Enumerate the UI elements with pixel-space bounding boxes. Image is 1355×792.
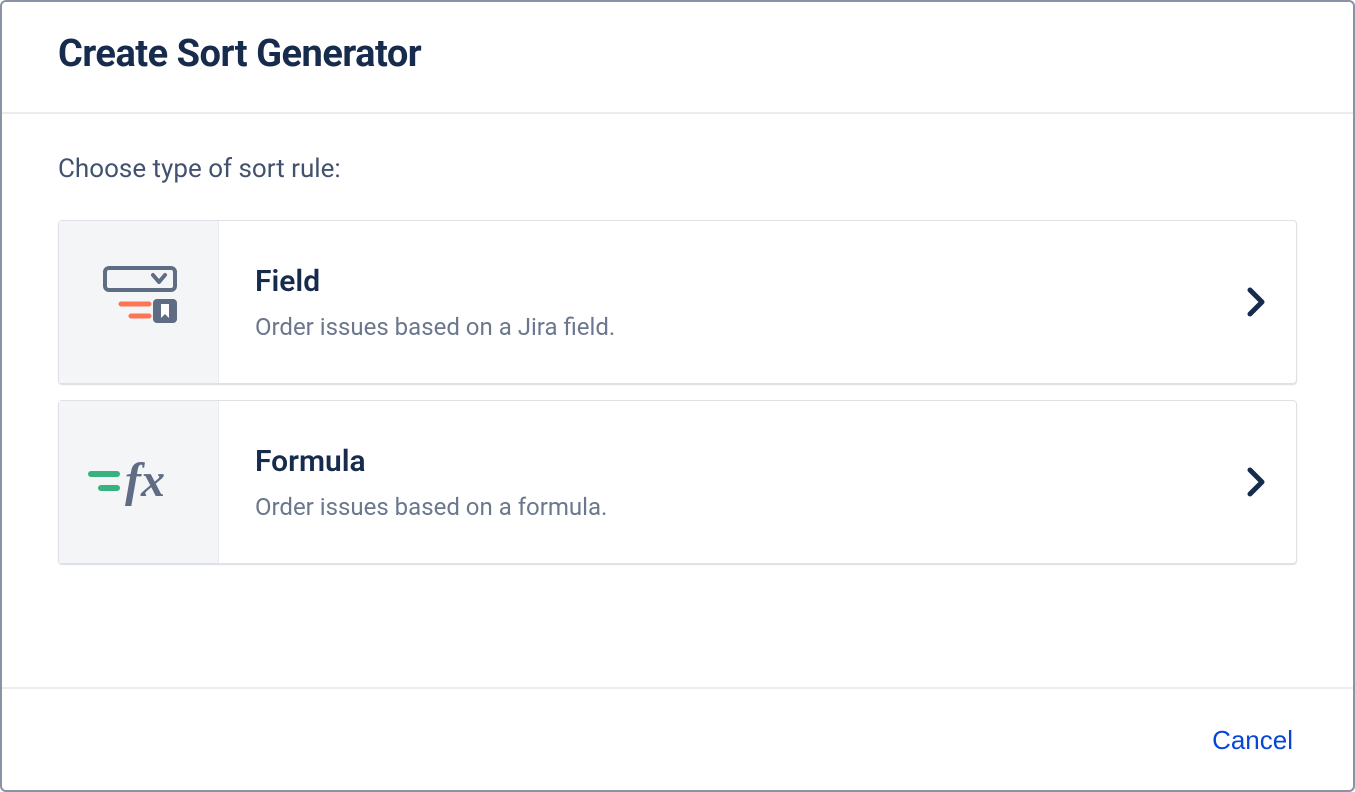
option-formula[interactable]: fx Formula Order issues based on a formu…: [58, 400, 1297, 564]
option-description: Order issues based on a formula.: [255, 493, 1180, 521]
option-title: Field: [255, 264, 1180, 299]
cancel-button[interactable]: Cancel: [1208, 719, 1297, 762]
svg-text:fx: fx: [125, 454, 165, 507]
option-field[interactable]: Field Order issues based on a Jira field…: [58, 220, 1297, 384]
field-icon-wrap: [59, 221, 219, 383]
dialog-header: Create Sort Generator: [2, 2, 1353, 114]
option-description: Order issues based on a Jira field.: [255, 313, 1180, 341]
chevron-right-icon: [1216, 401, 1296, 563]
dialog-body: Choose type of sort rule:: [2, 114, 1353, 687]
chevron-right-icon: [1216, 221, 1296, 383]
option-title: Formula: [255, 444, 1180, 479]
field-sort-icon: [97, 264, 181, 340]
option-content: Formula Order issues based on a formula.: [219, 401, 1216, 563]
dialog-title: Create Sort Generator: [58, 32, 1297, 76]
option-content: Field Order issues based on a Jira field…: [219, 221, 1216, 383]
formula-sort-icon: fx: [85, 454, 193, 510]
dialog-footer: Cancel: [2, 687, 1353, 790]
formula-icon-wrap: fx: [59, 401, 219, 563]
create-sort-generator-dialog: Create Sort Generator Choose type of sor…: [0, 0, 1355, 792]
instruction-text: Choose type of sort rule:: [58, 154, 1297, 184]
